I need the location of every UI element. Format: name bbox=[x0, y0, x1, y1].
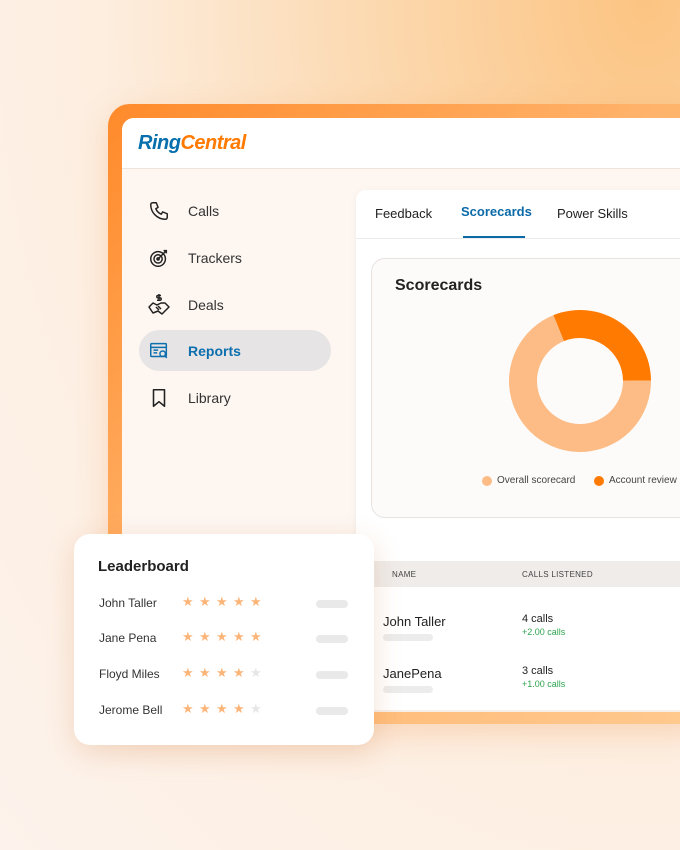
logo-ring-text: Ring bbox=[138, 132, 181, 154]
legend-dot-overall bbox=[482, 475, 492, 486]
sidebar-item-label: Reports bbox=[188, 342, 241, 359]
star-filled-icon: ★ bbox=[233, 701, 245, 716]
tab-bar: Feedback Scorecards Power Skills bbox=[356, 190, 680, 239]
phone-icon bbox=[147, 199, 171, 223]
sidebar-item-label: Library bbox=[188, 389, 231, 406]
row-placeholder-bar bbox=[383, 634, 433, 641]
legend-label: Account review bbox=[609, 475, 677, 486]
top-bar: RingCentral bbox=[122, 118, 680, 169]
star-rating: ★ ★ ★ ★ ★ bbox=[182, 630, 267, 643]
row-calls: 3 calls bbox=[522, 665, 554, 677]
sidebar-item-trackers[interactable]: Trackers bbox=[139, 237, 331, 278]
active-tab-indicator bbox=[463, 236, 525, 238]
donut-slice-account-review[interactable] bbox=[553, 310, 651, 381]
ringcentral-logo[interactable]: RingCentral bbox=[138, 132, 246, 155]
table-row[interactable]: John Taller 4 calls +2.00 calls bbox=[356, 604, 680, 654]
star-empty-icon: ★ bbox=[250, 665, 262, 680]
tab-power-skills[interactable]: Power Skills bbox=[557, 206, 628, 221]
leaderboard-card: Leaderboard John Taller ★ ★ ★ ★ ★ Jane Pena … bbox=[74, 534, 374, 745]
leaderboard-placeholder-bar bbox=[316, 707, 348, 715]
star-filled-icon: ★ bbox=[216, 594, 228, 609]
handshake-dollar-icon bbox=[147, 293, 171, 317]
star-filled-icon: ★ bbox=[182, 594, 194, 609]
star-filled-icon: ★ bbox=[250, 629, 262, 644]
tab-scorecards[interactable]: Scorecards bbox=[461, 204, 532, 219]
star-rating: ★ ★ ★ ★ ★ bbox=[182, 595, 267, 608]
sidebar-item-label: Deals bbox=[188, 296, 224, 313]
bookmark-icon bbox=[147, 386, 171, 410]
tab-feedback[interactable]: Feedback bbox=[375, 206, 432, 221]
legend-dot-account-review bbox=[594, 475, 604, 486]
logo-central-text: Central bbox=[180, 132, 246, 154]
star-filled-icon: ★ bbox=[199, 701, 211, 716]
table-row[interactable]: JanePena 3 calls +1.00 calls bbox=[356, 656, 680, 706]
star-filled-icon: ★ bbox=[233, 629, 245, 644]
star-filled-icon: ★ bbox=[199, 665, 211, 680]
scorecards-title: Scorecards bbox=[395, 277, 483, 294]
leaderboard-name: Jerome Bell bbox=[99, 703, 163, 717]
target-icon bbox=[147, 246, 171, 270]
leaderboard-name: Floyd Miles bbox=[99, 667, 160, 681]
sidebar-item-library[interactable]: Library bbox=[139, 377, 331, 418]
star-filled-icon: ★ bbox=[182, 665, 194, 680]
legend-item-account-review: Account review bbox=[594, 475, 677, 486]
leaderboard-name: Jane Pena bbox=[99, 631, 157, 645]
star-empty-icon: ★ bbox=[250, 701, 262, 716]
leaderboard-placeholder-bar bbox=[316, 600, 348, 608]
report-search-icon bbox=[147, 339, 171, 363]
star-filled-icon: ★ bbox=[250, 594, 262, 609]
star-rating: ★ ★ ★ ★ ★ bbox=[182, 702, 267, 715]
leaderboard-placeholder-bar bbox=[316, 671, 348, 679]
scorecards-card: Scorecards Overall scorecard Account rev… bbox=[371, 258, 680, 518]
sidebar-item-label: Trackers bbox=[188, 249, 242, 266]
leaderboard-row[interactable]: Jerome Bell ★ ★ ★ ★ ★ bbox=[74, 701, 374, 721]
row-name: JanePena bbox=[383, 666, 442, 681]
leaderboard-name: John Taller bbox=[99, 596, 157, 610]
star-filled-icon: ★ bbox=[199, 594, 211, 609]
row-calls-delta: +1.00 calls bbox=[522, 679, 566, 689]
column-header-name: NAME bbox=[392, 570, 417, 579]
leaderboard-placeholder-bar bbox=[316, 635, 348, 643]
star-filled-icon: ★ bbox=[233, 665, 245, 680]
star-filled-icon: ★ bbox=[199, 629, 211, 644]
sidebar-item-deals[interactable]: Deals bbox=[139, 284, 331, 325]
column-header-calls: CALLS LISTENED bbox=[522, 570, 593, 579]
legend-item-overall: Overall scorecard bbox=[482, 475, 575, 486]
leaderboard-row[interactable]: John Taller ★ ★ ★ ★ ★ bbox=[74, 594, 374, 614]
legend-label: Overall scorecard bbox=[497, 475, 576, 486]
row-placeholder-bar bbox=[383, 686, 433, 693]
main-panel: Feedback Scorecards Power Skills Scoreca… bbox=[356, 190, 680, 710]
star-filled-icon: ★ bbox=[182, 701, 194, 716]
leaderboard-row[interactable]: Floyd Miles ★ ★ ★ ★ ★ bbox=[74, 665, 374, 685]
star-rating: ★ ★ ★ ★ ★ bbox=[182, 666, 267, 679]
star-filled-icon: ★ bbox=[216, 701, 228, 716]
row-calls-delta: +2.00 calls bbox=[522, 627, 566, 637]
row-calls: 4 calls bbox=[522, 613, 554, 625]
star-filled-icon: ★ bbox=[233, 594, 245, 609]
row-name: John Taller bbox=[383, 614, 446, 629]
sidebar-item-reports[interactable]: Reports bbox=[139, 330, 331, 371]
star-filled-icon: ★ bbox=[182, 629, 194, 644]
scorecard-donut-chart bbox=[509, 310, 651, 452]
table-header: NAME CALLS LISTENED bbox=[356, 561, 680, 587]
leaderboard-row[interactable]: Jane Pena ★ ★ ★ ★ ★ bbox=[74, 629, 374, 649]
star-filled-icon: ★ bbox=[216, 629, 228, 644]
sidebar-item-calls[interactable]: Calls bbox=[139, 190, 331, 231]
sidebar-item-label: Calls bbox=[188, 202, 220, 219]
star-filled-icon: ★ bbox=[216, 665, 228, 680]
leaderboard-title: Leaderboard bbox=[98, 558, 189, 575]
